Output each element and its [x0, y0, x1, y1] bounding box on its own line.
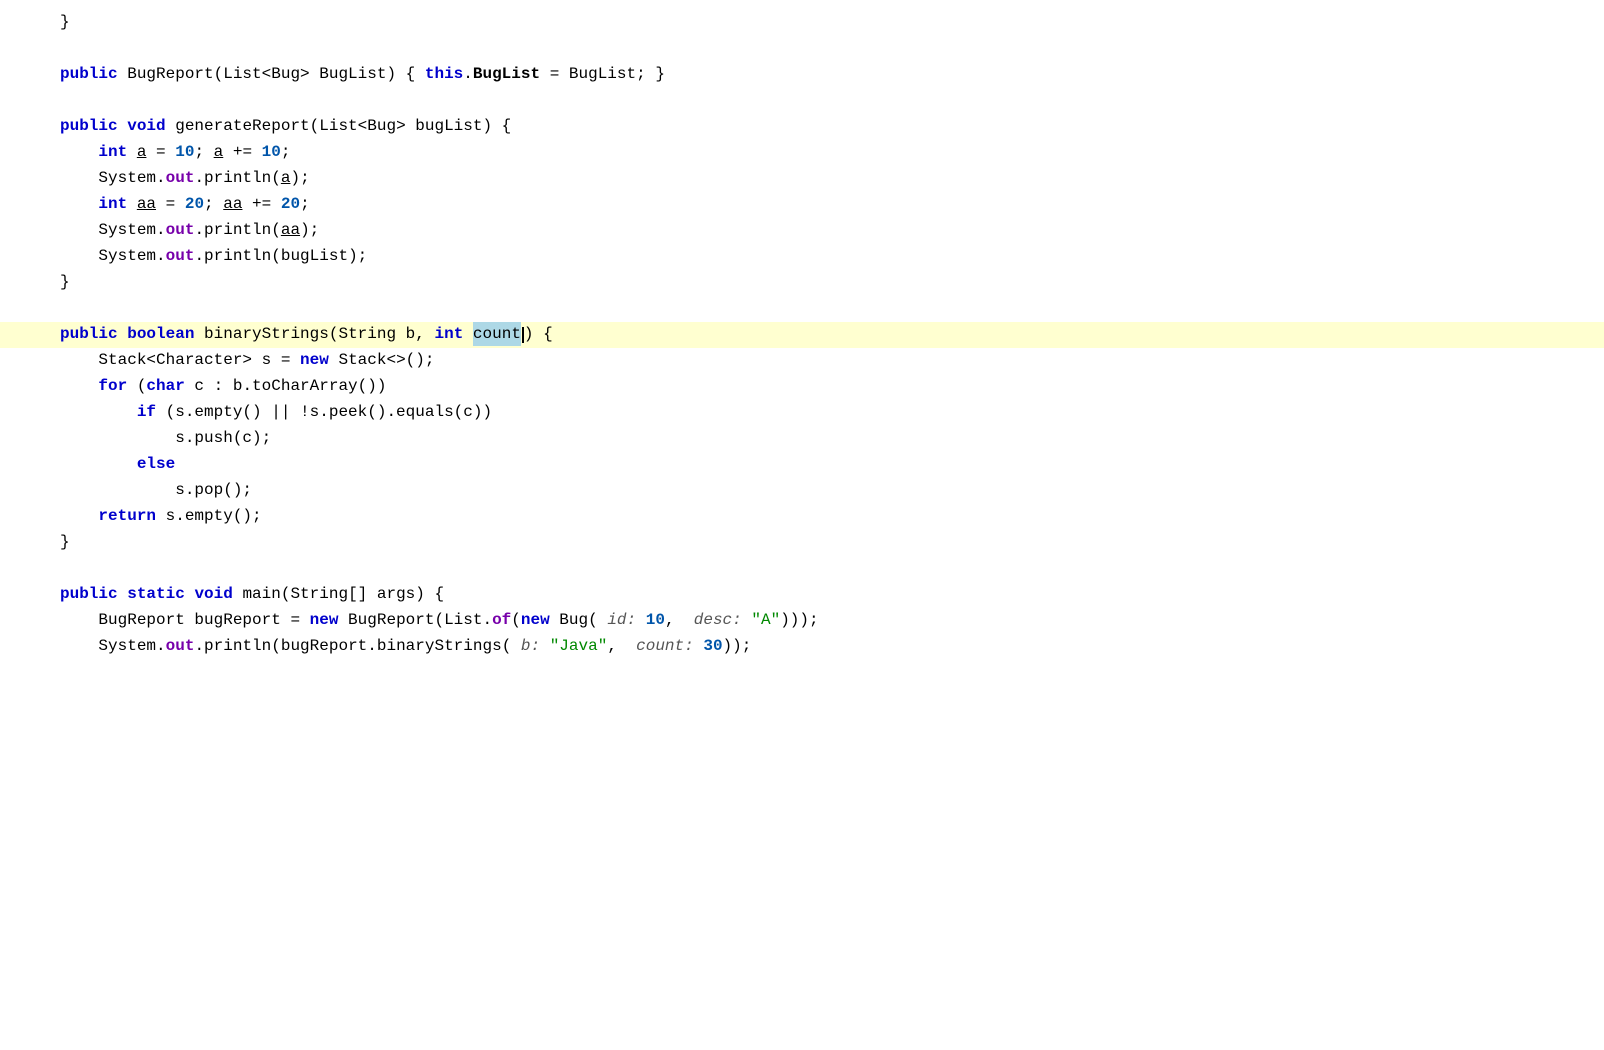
num-20: 20	[185, 192, 204, 216]
line-blank-2	[0, 88, 1604, 114]
text-cursor	[522, 327, 524, 343]
line-binary-strings-sig: public boolean binaryStrings(String b, i…	[0, 322, 1604, 348]
line-stack-init: Stack<Character> s = new Stack<>();	[0, 348, 1604, 374]
word-count: count	[473, 322, 521, 346]
line-println-a: System.out.println(a);	[0, 166, 1604, 192]
field-buglist: BugList	[473, 62, 540, 86]
code-editor: } public BugReport(List<Bug> BugList) { …	[0, 0, 1604, 1050]
label-id: id:	[607, 608, 636, 632]
num-10-2: 10	[262, 140, 281, 164]
code-text: }	[60, 10, 70, 34]
keyword-int-2: int	[98, 192, 127, 216]
str-java: "Java"	[550, 634, 608, 658]
keyword-new-3: new	[521, 608, 550, 632]
var-aa-3: aa	[281, 218, 300, 242]
keyword-int-1: int	[98, 140, 127, 164]
line-int-a: int a = 10; a += 10;	[0, 140, 1604, 166]
line-bugreport-init: BugReport bugReport = new BugReport(List…	[0, 608, 1604, 634]
keyword-new: new	[300, 348, 329, 372]
line-push-stmt: s.push(c);	[0, 426, 1604, 452]
line-main-sig: public static void main(String[] args) {	[0, 582, 1604, 608]
line-blank-4	[0, 556, 1604, 582]
keyword-else: else	[137, 452, 175, 476]
num-id-10: 10	[646, 608, 665, 632]
keyword-int-3: int	[434, 322, 463, 346]
line-close-brace: }	[0, 10, 1604, 36]
line-for-loop: for (char c : b.toCharArray())	[0, 374, 1604, 400]
keyword-this: this	[425, 62, 463, 86]
line-println-binarystrings: System.out.println(bugReport.binaryStrin…	[0, 634, 1604, 660]
line-close-brace-2: }	[0, 270, 1604, 296]
code-content: } public BugReport(List<Bug> BugList) { …	[0, 0, 1604, 670]
label-count: count:	[636, 634, 694, 658]
keyword-if: if	[137, 400, 156, 424]
field-out-3: out	[166, 244, 195, 268]
label-b: b:	[521, 634, 540, 658]
line-pop-stmt: s.pop();	[0, 478, 1604, 504]
label-desc: desc:	[694, 608, 742, 632]
keyword-void: void	[127, 114, 165, 138]
keyword-public-4: public	[60, 582, 118, 606]
var-a-3: a	[281, 166, 291, 190]
num-20-2: 20	[281, 192, 300, 216]
line-blank-1	[0, 36, 1604, 62]
line-generate-report-sig: public void generateReport(List<Bug> bug…	[0, 114, 1604, 140]
line-return-stmt: return s.empty();	[0, 504, 1604, 530]
var-aa-2: aa	[223, 192, 242, 216]
keyword-static: static	[127, 582, 185, 606]
keyword-void-2: void	[194, 582, 232, 606]
var-aa: aa	[137, 192, 156, 216]
field-out-2: out	[166, 218, 195, 242]
var-a: a	[137, 140, 147, 164]
field-of: of	[492, 608, 511, 632]
num-30: 30	[703, 634, 722, 658]
field-out-4: out	[166, 634, 195, 658]
keyword-return: return	[98, 504, 156, 528]
line-else-stmt: else	[0, 452, 1604, 478]
keyword-boolean: boolean	[127, 322, 194, 346]
str-a: "A"	[751, 608, 780, 632]
line-println-aa: System.out.println(aa);	[0, 218, 1604, 244]
field-out-1: out	[166, 166, 195, 190]
line-constructor: public BugReport(List<Bug> BugList) { th…	[0, 62, 1604, 88]
num-10: 10	[175, 140, 194, 164]
line-if-stmt: if (s.empty() || !s.peek().equals(c))	[0, 400, 1604, 426]
line-println-buglist: System.out.println(bugList);	[0, 244, 1604, 270]
keyword-char: char	[146, 374, 184, 398]
keyword-for: for	[98, 374, 127, 398]
keyword-public-2: public	[60, 114, 118, 138]
var-a-2: a	[214, 140, 224, 164]
line-blank-3	[0, 296, 1604, 322]
line-close-brace-3: }	[0, 530, 1604, 556]
keyword-public-3: public	[60, 322, 118, 346]
keyword-new-2: new	[310, 608, 339, 632]
line-int-aa: int aa = 20; aa += 20;	[0, 192, 1604, 218]
keyword-public: public	[60, 62, 118, 86]
